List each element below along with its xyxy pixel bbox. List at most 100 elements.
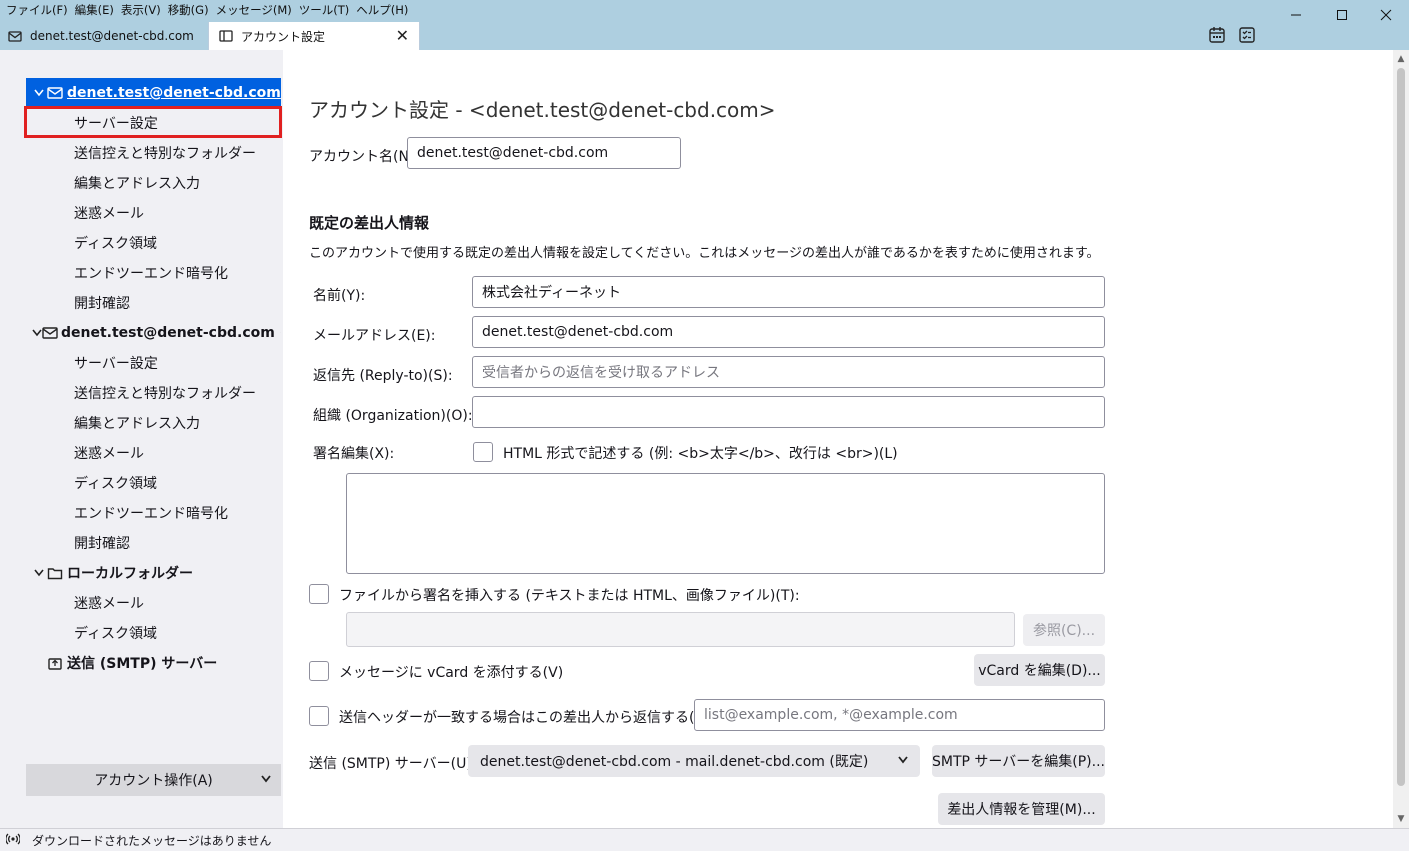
sidebar-item-composition[interactable]: 編集とアドレス入力	[26, 408, 281, 438]
menu-go[interactable]: 移動(G)	[168, 2, 216, 18]
minimize-icon	[1291, 14, 1301, 16]
sidebar-item-label: エンドツーエンド暗号化	[74, 506, 228, 522]
account-name-label: アカウント名(N):	[309, 149, 420, 165]
sidebar-account-2[interactable]: denet.test@denet-cbd.com (...	[26, 318, 281, 348]
edit-vcard-button[interactable]: vCard を編集(D)...	[974, 654, 1105, 686]
smtp-server-select[interactable]: denet.test@denet-cbd.com - mail.denet-cb…	[468, 745, 920, 777]
signature-textarea[interactable]	[346, 473, 1105, 574]
maximize-icon	[1337, 10, 1347, 20]
outbox-icon	[46, 656, 64, 670]
account-actions-label: アカウント操作(A)	[94, 773, 213, 789]
sidebar-item-composition[interactable]: 編集とアドレス入力	[26, 168, 281, 198]
vcard-label: メッセージに vCard を添付する(V)	[339, 665, 564, 681]
sidebar-item-return-receipts[interactable]: 開封確認	[26, 288, 281, 318]
reply-header-checkbox[interactable]	[309, 706, 329, 726]
menu-file[interactable]: ファイル(F)	[6, 2, 75, 18]
html-signature-label: HTML 形式で記述する (例: <b>太字</b>、改行は <br>)(L)	[503, 446, 898, 462]
menu-bar: ファイル(F) 編集(E) 表示(V) 移動(G) メッセージ(M) ツール(T…	[0, 0, 415, 20]
sidebar-account-label: denet.test@denet-cbd.com (...	[61, 325, 281, 341]
menu-edit[interactable]: 編集(E)	[75, 2, 121, 18]
sidebar-item-label: 送信控えと特別なフォルダー	[74, 386, 256, 402]
manage-identities-button[interactable]: 差出人情報を管理(M)...	[938, 793, 1105, 825]
scroll-down-icon[interactable]: ▼	[1393, 814, 1409, 824]
sidebar-item-junk[interactable]: 迷惑メール	[26, 438, 281, 468]
sidebar-item-disk-space[interactable]: ディスク領域	[26, 468, 281, 498]
sidebar-item-label: サーバー設定	[74, 116, 158, 132]
sidebar-account-label: ローカルフォルダー	[67, 566, 193, 582]
chevron-down-icon	[898, 753, 908, 767]
sidebar-item-label: ディスク領域	[74, 626, 158, 642]
chevron-down-icon	[261, 772, 271, 786]
scroll-up-icon[interactable]: ▲	[1393, 54, 1409, 64]
sidebar-local-folders[interactable]: ローカルフォルダー	[26, 558, 281, 588]
sidebar-item-junk[interactable]: 迷惑メール	[26, 588, 281, 618]
account-name-input[interactable]: denet.test@denet-cbd.com	[407, 137, 681, 169]
chevron-down-icon[interactable]	[32, 89, 46, 97]
html-signature-checkbox[interactable]	[473, 442, 493, 462]
menu-view[interactable]: 表示(V)	[121, 2, 168, 18]
signature-file-label: ファイルから署名を挿入する (テキストまたは HTML、画像ファイル)(T):	[339, 588, 800, 604]
sidebar-item-server-settings[interactable]: サーバー設定	[26, 108, 281, 138]
close-icon	[1380, 9, 1392, 21]
sidebar-smtp-label: 送信 (SMTP) サーバー	[67, 656, 218, 672]
sidebar-item-label: 編集とアドレス入力	[74, 416, 200, 432]
sidebar-account-1[interactable]: denet.test@denet-cbd.com	[26, 78, 281, 108]
sidebar-item-e2e-encryption[interactable]: エンドツーエンド暗号化	[26, 258, 281, 288]
menu-help[interactable]: ヘルプ(H)	[356, 2, 415, 18]
sidebar-item-label: エンドツーエンド暗号化	[74, 266, 228, 282]
sidebar-smtp-servers[interactable]: 送信 (SMTP) サーバー	[26, 648, 281, 678]
signature-file-checkbox[interactable]	[309, 584, 329, 604]
title-bar: ファイル(F) 編集(E) 表示(V) 移動(G) メッセージ(M) ツール(T…	[0, 0, 1409, 50]
edit-smtp-button[interactable]: SMTP サーバーを編集(P)...	[932, 745, 1105, 777]
status-text: ダウンロードされたメッセージはありません	[32, 833, 272, 848]
tab-account-settings[interactable]: アカウント設定 ✕	[208, 22, 420, 50]
sidebar-item-copies-folders[interactable]: 送信控えと特別なフォルダー	[26, 378, 281, 408]
browse-button[interactable]: 参照(C)...	[1023, 614, 1105, 646]
online-status-icon[interactable]	[5, 833, 21, 848]
calendar-icon[interactable]	[1208, 26, 1226, 44]
sidebar-item-disk-space[interactable]: ディスク領域	[26, 618, 281, 648]
page-title: アカウント設定 - <denet.test@denet-cbd.com>	[309, 98, 776, 122]
scroll-thumb[interactable]	[1397, 68, 1405, 786]
email-input[interactable]: denet.test@denet-cbd.com	[472, 316, 1105, 348]
signature-file-path-input[interactable]	[346, 612, 1015, 647]
vcard-checkbox[interactable]	[309, 661, 329, 681]
sidebar-item-label: 迷惑メール	[74, 446, 144, 462]
account-settings-pane: アカウント設定 - <denet.test@denet-cbd.com> アカウ…	[283, 50, 1393, 828]
sidebar-item-label: 開封確認	[74, 296, 130, 312]
name-input[interactable]: 株式会社ディーネット	[472, 276, 1105, 308]
sidebar-item-label: 迷惑メール	[74, 206, 144, 222]
identity-description: このアカウントで使用する既定の差出人情報を設定してください。これはメッセージの差…	[309, 246, 1100, 261]
reply-header-input[interactable]: list@example.com, *@example.com	[694, 699, 1105, 731]
smtp-server-value: denet.test@denet-cbd.com - mail.denet-cb…	[480, 754, 869, 770]
identity-heading: 既定の差出人情報	[309, 214, 430, 232]
chevron-down-icon[interactable]	[32, 569, 46, 577]
menu-tools[interactable]: ツール(T)	[299, 2, 357, 18]
sidebar-item-server-settings[interactable]: サーバー設定	[26, 348, 281, 378]
organization-input[interactable]	[472, 396, 1105, 428]
envelope-icon	[46, 86, 64, 100]
sidebar-item-copies-folders[interactable]: 送信控えと特別なフォルダー	[26, 138, 281, 168]
tab-mail[interactable]: denet.test@denet-cbd.com	[0, 22, 204, 50]
sidebar-item-return-receipts[interactable]: 開封確認	[26, 528, 281, 558]
email-label: メールアドレス(E):	[313, 328, 436, 344]
tab-bar: denet.test@denet-cbd.com アカウント設定 ✕	[0, 22, 1409, 50]
main-scrollbar[interactable]: ▲ ▼	[1393, 50, 1409, 828]
sidebar-item-label: 開封確認	[74, 536, 130, 552]
sidebar-item-disk-space[interactable]: ディスク領域	[26, 228, 281, 258]
chevron-down-icon[interactable]	[32, 329, 42, 337]
reply-to-input[interactable]: 受信者からの返信を受け取るアドレス	[472, 356, 1105, 388]
tab-close-icon[interactable]: ✕	[396, 27, 409, 45]
sidebar-item-label: ディスク領域	[74, 476, 158, 492]
account-actions-button[interactable]: アカウント操作(A)	[26, 764, 281, 796]
menu-message[interactable]: メッセージ(M)	[216, 2, 299, 18]
mail-tab-icon	[8, 29, 22, 43]
tasks-icon[interactable]	[1238, 26, 1256, 44]
sidebar-item-junk[interactable]: 迷惑メール	[26, 198, 281, 228]
name-label: 名前(Y):	[313, 288, 366, 304]
folder-icon	[46, 566, 64, 580]
sidebar-item-e2e-encryption[interactable]: エンドツーエンド暗号化	[26, 498, 281, 528]
signature-label: 署名編集(X):	[313, 446, 395, 462]
sidebar-account-label: denet.test@denet-cbd.com	[67, 85, 281, 101]
envelope-icon	[42, 326, 58, 340]
